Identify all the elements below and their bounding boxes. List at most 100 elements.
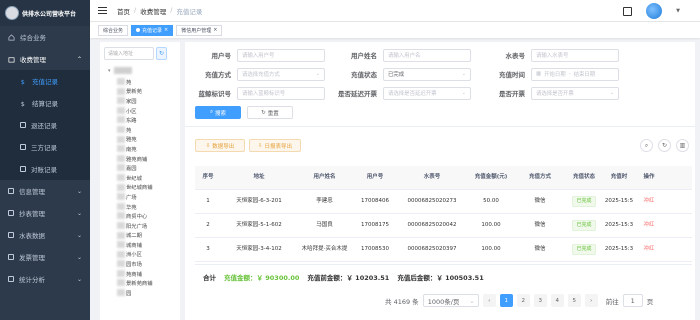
fullscreen-icon[interactable] xyxy=(623,6,633,16)
sidebar-item-reading[interactable]: 抄表管理 ⌄ xyxy=(0,202,90,224)
tree-node[interactable]: 小区 xyxy=(117,106,180,116)
pay-method-select[interactable]: 请选择充值方式 ⌄ xyxy=(237,67,325,81)
tree-node[interactable]: 洲小区 xyxy=(117,250,180,260)
tree-node[interactable]: 雅苑商铺 xyxy=(117,154,180,164)
tree-node-label: 景新苑商铺 xyxy=(126,281,153,288)
col-header[interactable]: 充值状态 xyxy=(564,166,604,189)
tree-node-label: 苑 xyxy=(126,79,132,86)
meter-no-input[interactable]: 请输入水表号 xyxy=(531,48,619,62)
tree-node[interactable]: 雅苑 xyxy=(117,135,180,145)
tree-node[interactable]: 苑 xyxy=(117,125,180,135)
page-button[interactable]: 3 xyxy=(533,294,547,307)
col-header[interactable]: 用户号 xyxy=(352,166,398,189)
tree-node-prefix xyxy=(117,221,125,229)
tree-node[interactable]: 城二期 xyxy=(117,231,180,241)
cell-index: 3 xyxy=(206,245,210,252)
tree-node[interactable]: 世纪城商铺 xyxy=(117,183,180,193)
breadcrumb-home[interactable]: 首页 xyxy=(117,6,130,16)
sidebar-item-label: 退还记录 xyxy=(31,122,57,130)
caret-down-icon: ▾ xyxy=(108,67,111,74)
edit-icon xyxy=(20,166,26,172)
sidebar-item-label: 结算记录 xyxy=(32,100,58,108)
tree-node[interactable]: 世纪城 xyxy=(117,173,180,183)
reverse-link[interactable]: 冲红 xyxy=(643,246,654,253)
tree-node[interactable]: 商贸中心 xyxy=(117,211,180,221)
tree-node[interactable]: 苑 xyxy=(117,77,180,87)
reverse-link[interactable]: 冲红 xyxy=(643,222,654,229)
tag-no-input[interactable]: 请输入蓝鲸标识号 xyxy=(237,86,325,100)
date-range-picker[interactable]: ▦ 开始日期 - 结束日期 xyxy=(531,67,619,81)
export-data-button[interactable]: ⇩ 数据导出 xyxy=(195,139,245,152)
sidebar-item-billing[interactable]: 收费管理 ⌃ xyxy=(0,48,90,70)
next-page-button[interactable]: › xyxy=(584,294,598,307)
refresh-icon[interactable]: ↻ xyxy=(156,47,167,60)
tree-node[interactable]: 景新苑商铺 xyxy=(117,278,180,288)
tree-node[interactable]: 家园 xyxy=(117,96,180,106)
sidebar-item-info[interactable]: 信息管理 ⌄ xyxy=(0,180,90,202)
sidebar-subitem-settlement[interactable]: $ 结算记录 xyxy=(0,92,90,114)
tree-node[interactable]: 南苑 xyxy=(117,144,180,154)
page-button[interactable]: 1 xyxy=(499,294,513,307)
user-name-input[interactable]: 请输入用户名 xyxy=(383,48,471,62)
page-button[interactable]: 2 xyxy=(516,294,530,307)
date-start: 开始日期 xyxy=(544,72,566,78)
tree-node[interactable]: 景新苑 xyxy=(117,87,180,97)
tree-node[interactable]: 园 xyxy=(117,288,180,298)
tab-recharge[interactable]: 充值记录 × xyxy=(131,24,174,36)
prev-page-button[interactable]: ‹ xyxy=(482,294,496,307)
tree-node-prefix xyxy=(117,78,125,85)
tree-node[interactable]: 嘉园 xyxy=(117,163,180,173)
sidebar-subitem-refund[interactable]: 退还记录 xyxy=(0,114,90,136)
caret-down-icon[interactable]: ▼ xyxy=(676,8,680,14)
columns-icon[interactable]: ▥ xyxy=(676,139,689,152)
goto-page-input[interactable]: 1 xyxy=(622,294,643,307)
hamburger-icon[interactable] xyxy=(98,7,107,14)
tree-node-prefix xyxy=(117,125,125,133)
page-button[interactable]: 4 xyxy=(550,294,564,307)
tree-root[interactable]: ▾ xyxy=(108,67,180,74)
sidebar-item-overview[interactable]: 综合业务 xyxy=(0,26,90,48)
page-size-select[interactable]: 1000条/页 ⌄ xyxy=(422,294,479,307)
export-daily-button[interactable]: ⇩ 日报表导出 xyxy=(249,139,301,152)
tree-node[interactable]: 华苑 xyxy=(117,202,180,212)
search-icon[interactable]: ⌕ xyxy=(640,139,653,152)
tree-node[interactable]: 阳光广场 xyxy=(117,221,180,231)
tab-overview[interactable]: 综合业务 xyxy=(98,24,129,36)
sidebar-item-meter-data[interactable]: 水表数据 ⌄ xyxy=(0,224,90,246)
pagination-total: 共 4169 条 xyxy=(385,297,419,306)
delay-invoice-select[interactable]: 请选择是否延迟开票 ⌄ xyxy=(383,86,471,100)
tree-node[interactable]: 城商铺 xyxy=(117,240,180,250)
sidebar-subitem-thirdparty[interactable]: 三方记录 xyxy=(0,136,90,158)
sidebar-item-invoice[interactable]: 发票管理 ⌄ xyxy=(0,246,90,268)
col-header[interactable]: 水表号 xyxy=(398,166,466,189)
reset-button[interactable]: ↻ 重置 xyxy=(247,106,293,119)
col-header[interactable]: 用户姓名 xyxy=(297,166,352,189)
col-header[interactable]: 充值金额(元) xyxy=(466,166,516,189)
close-icon[interactable]: × xyxy=(213,27,217,33)
col-header[interactable]: 充值方式 xyxy=(516,166,564,189)
tree-node[interactable]: 苑商铺 xyxy=(117,269,180,279)
sidebar-subitem-recharge[interactable]: $ 充值记录 xyxy=(0,70,90,92)
reverse-link[interactable]: 冲红 xyxy=(643,198,654,205)
pay-status-select[interactable]: 已完成 ⌄ xyxy=(383,67,471,81)
tree-node-prefix xyxy=(117,183,125,191)
search-button[interactable]: ⌕ 搜索 xyxy=(195,106,241,119)
tab-wechat-users[interactable]: 微信用户管理 × xyxy=(176,24,223,36)
close-icon[interactable]: × xyxy=(164,27,168,33)
sidebar-item-stats[interactable]: 统计分析 ⌄ xyxy=(0,268,90,290)
avatar[interactable] xyxy=(646,3,663,19)
cell-time: 2025-15:3 xyxy=(604,245,634,252)
cell-address: 天恒家园-5-1-602 xyxy=(236,221,282,228)
tree-node[interactable]: 园市场 xyxy=(117,259,180,269)
tree-search-input[interactable]: 请输入地址 xyxy=(104,47,154,60)
page-button[interactable]: 5 xyxy=(567,294,581,307)
sidebar-subitem-reconcile[interactable]: 对账记录 xyxy=(0,158,90,180)
refresh-icon[interactable]: ↻ xyxy=(658,139,671,152)
tree-node[interactable]: 广场 xyxy=(117,192,180,202)
user-no-input[interactable]: 请输入用户号 xyxy=(237,48,325,62)
chart-icon xyxy=(8,276,14,282)
breadcrumb-billing[interactable]: 收费管理 xyxy=(140,6,166,16)
tree-node[interactable]: 东路 xyxy=(117,115,180,125)
cell-method: 微信 xyxy=(534,197,546,204)
invoiced-select[interactable]: 请选择是否开票 ⌄ xyxy=(531,86,619,100)
